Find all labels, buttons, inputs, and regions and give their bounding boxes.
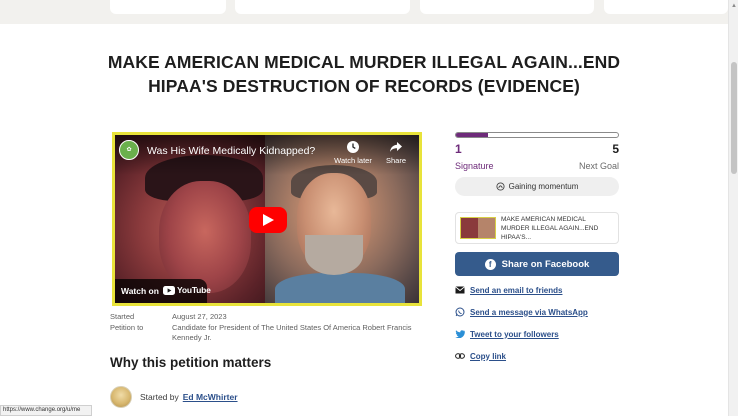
share-twitter-label: Tweet to your followers xyxy=(470,329,559,339)
petition-to-label: Petition to xyxy=(110,323,144,332)
whatsapp-icon xyxy=(455,307,465,317)
video-frame-detail xyxy=(305,235,363,275)
starter-name-link[interactable]: Ed McWhirter xyxy=(183,392,238,402)
top-nav-card[interactable] xyxy=(604,0,728,14)
video-title[interactable]: Was His Wife Medically Kidnapped? xyxy=(147,145,315,157)
video-share-label: Share xyxy=(385,156,406,165)
youtube-logo: YouTube xyxy=(163,285,211,295)
signature-label: Signature xyxy=(455,161,494,171)
signature-count: 1 xyxy=(455,142,462,156)
top-nav-card[interactable] xyxy=(110,0,226,14)
share-whatsapp-link[interactable]: Send a message via WhatsApp xyxy=(455,307,588,317)
page-scrollbar[interactable]: ▲ xyxy=(728,0,738,416)
top-nav-card[interactable] xyxy=(420,0,594,14)
copy-link-label: Copy link xyxy=(470,351,507,361)
top-navigation-strip xyxy=(0,0,728,24)
momentum-icon xyxy=(496,182,505,191)
petition-preview-card[interactable]: MAKE AMERICAN MEDICAL MURDER ILLEGAL AGA… xyxy=(455,212,619,244)
share-twitter-link[interactable]: Tweet to your followers xyxy=(455,329,559,339)
share-email-link[interactable]: Send an email to friends xyxy=(455,285,562,295)
petition-title: MAKE AMERICAN MEDICAL MURDER ILLEGAL AGA… xyxy=(107,52,621,96)
share-whatsapp-label: Send a message via WhatsApp xyxy=(470,307,588,317)
browser-status-bar: https://www.change.org/u/me xyxy=(0,405,92,416)
signature-progress-bar xyxy=(455,132,619,138)
petition-thumbnail xyxy=(460,217,496,239)
envelope-icon xyxy=(455,285,465,295)
scrollbar-thumb[interactable] xyxy=(731,62,737,174)
channel-logo-icon[interactable]: ✿ xyxy=(119,140,139,160)
watch-later-label: Watch later xyxy=(334,156,372,165)
youtube-play-icon xyxy=(163,285,175,295)
video-share-button[interactable]: Share xyxy=(381,140,411,165)
video-frame-detail xyxy=(159,181,251,293)
started-label: Started xyxy=(110,312,135,321)
share-arrow-icon xyxy=(390,142,402,152)
next-goal-label: Next Goal xyxy=(578,161,619,171)
signature-progress-fill xyxy=(456,133,489,137)
play-icon xyxy=(263,214,274,226)
play-button[interactable] xyxy=(249,207,287,233)
share-email-label: Send an email to friends xyxy=(470,285,563,295)
watch-on-label: Watch on xyxy=(121,286,159,296)
share-on-facebook-button[interactable]: f Share on Facebook xyxy=(455,252,619,276)
clock-icon xyxy=(347,141,359,153)
watch-later-button[interactable]: Watch later xyxy=(331,140,375,165)
watch-on-youtube-button[interactable]: Watch on YouTube xyxy=(115,279,211,303)
meta-row-started: Started August 27, 2023 xyxy=(110,312,412,322)
petition-meta: Started August 27, 2023 Petition to Cand… xyxy=(110,312,412,344)
copy-link-button[interactable]: Copy link xyxy=(455,351,506,361)
facebook-button-label: Share on Facebook xyxy=(501,258,590,270)
twitter-bird-icon xyxy=(455,329,465,339)
started-date: August 27, 2023 xyxy=(172,312,227,321)
signature-goal: 5 xyxy=(612,142,619,156)
video-top-bar: ✿ Was His Wife Medically Kidnapped? Watc… xyxy=(115,135,419,175)
link-chain-icon xyxy=(455,351,465,361)
petition-starter: Started by Ed McWhirter xyxy=(110,386,238,408)
momentum-badge: Gaining momentum xyxy=(455,177,619,196)
video-frame-detail xyxy=(275,273,405,303)
started-by-label: Started by xyxy=(140,392,179,402)
meta-row-petition-to: Petition to Candidate for President of T… xyxy=(110,323,412,343)
top-nav-card[interactable] xyxy=(235,0,410,14)
petition-target: Candidate for President of The United St… xyxy=(172,323,412,342)
youtube-label: YouTube xyxy=(177,285,211,295)
facebook-icon: f xyxy=(484,258,496,270)
video-player[interactable]: ✿ Was His Wife Medically Kidnapped? Watc… xyxy=(112,132,422,306)
why-heading: Why this petition matters xyxy=(110,355,272,370)
avatar[interactable] xyxy=(110,386,132,408)
petition-preview-title: MAKE AMERICAN MEDICAL MURDER ILLEGAL AGA… xyxy=(501,215,599,241)
scroll-up-arrow-icon[interactable]: ▲ xyxy=(730,2,738,10)
momentum-label: Gaining momentum xyxy=(508,182,579,191)
